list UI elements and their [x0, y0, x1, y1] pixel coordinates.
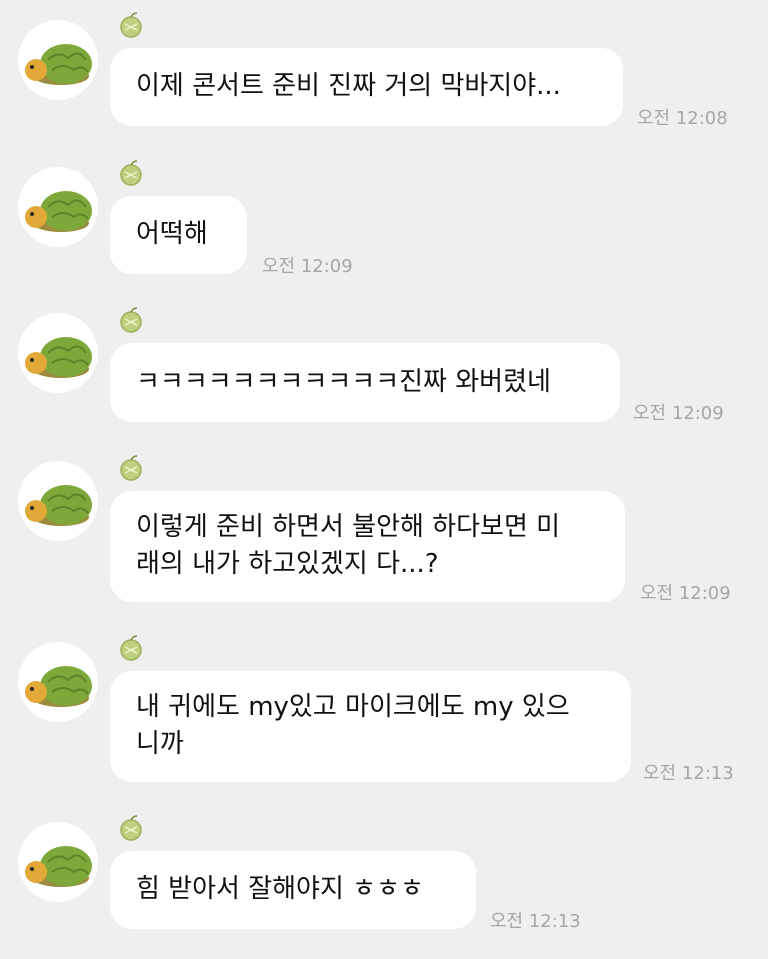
- melon-icon: [117, 454, 145, 482]
- turtle-avatar-icon[interactable]: [18, 822, 98, 902]
- message-bubble[interactable]: 내 귀에도 my있고 마이크에도 my 있으 니까: [110, 671, 631, 782]
- message-text: 힘 받아서 잘해야지 ㅎㅎㅎ: [136, 874, 424, 904]
- message-text: 어떡해: [136, 219, 208, 249]
- message-text: 니까: [136, 729, 184, 759]
- melon-icon: [117, 634, 145, 662]
- message-bubble[interactable]: ㅋㅋㅋㅋㅋㅋㅋㅋㅋㅋㅋ진짜 와버렸네: [110, 343, 620, 422]
- turtle-avatar-icon[interactable]: [18, 167, 98, 247]
- turtle-avatar-icon[interactable]: [18, 20, 98, 100]
- turtle-avatar-icon[interactable]: [18, 461, 98, 541]
- melon-icon: [117, 11, 145, 39]
- turtle-avatar-icon[interactable]: [18, 313, 98, 393]
- melon-icon: [117, 306, 145, 334]
- message-bubble[interactable]: 이제 콘서트 준비 진짜 거의 막바지야...: [110, 48, 623, 126]
- timestamp: 오전 12:08: [637, 108, 728, 129]
- melon-icon: [117, 159, 145, 187]
- timestamp: 오전 12:09: [640, 583, 731, 604]
- message-bubble[interactable]: 어떡해: [110, 196, 247, 274]
- timestamp: 오전 12:09: [262, 256, 353, 277]
- turtle-avatar-icon[interactable]: [18, 642, 98, 722]
- timestamp: 오전 12:13: [643, 763, 734, 784]
- melon-icon: [117, 814, 145, 842]
- message-bubble[interactable]: 이렇게 준비 하면서 불안해 하다보면 미 래의 내가 하고있겠지 다...?: [110, 491, 625, 602]
- message-text: ㅋㅋㅋㅋㅋㅋㅋㅋㅋㅋㅋ진짜 와버렸네: [136, 367, 551, 397]
- message-text: 내 귀에도 my있고 마이크에도 my 있으: [136, 692, 570, 722]
- message-bubble[interactable]: 힘 받아서 잘해야지 ㅎㅎㅎ: [110, 851, 476, 929]
- timestamp: 오전 12:09: [633, 403, 724, 424]
- timestamp: 오전 12:13: [490, 911, 581, 932]
- message-text: 이제 콘서트 준비 진짜 거의 막바지야...: [136, 71, 561, 101]
- message-text: 이렇게 준비 하면서 불안해 하다보면 미: [136, 512, 561, 542]
- message-text: 래의 내가 하고있겠지 다...?: [136, 549, 439, 579]
